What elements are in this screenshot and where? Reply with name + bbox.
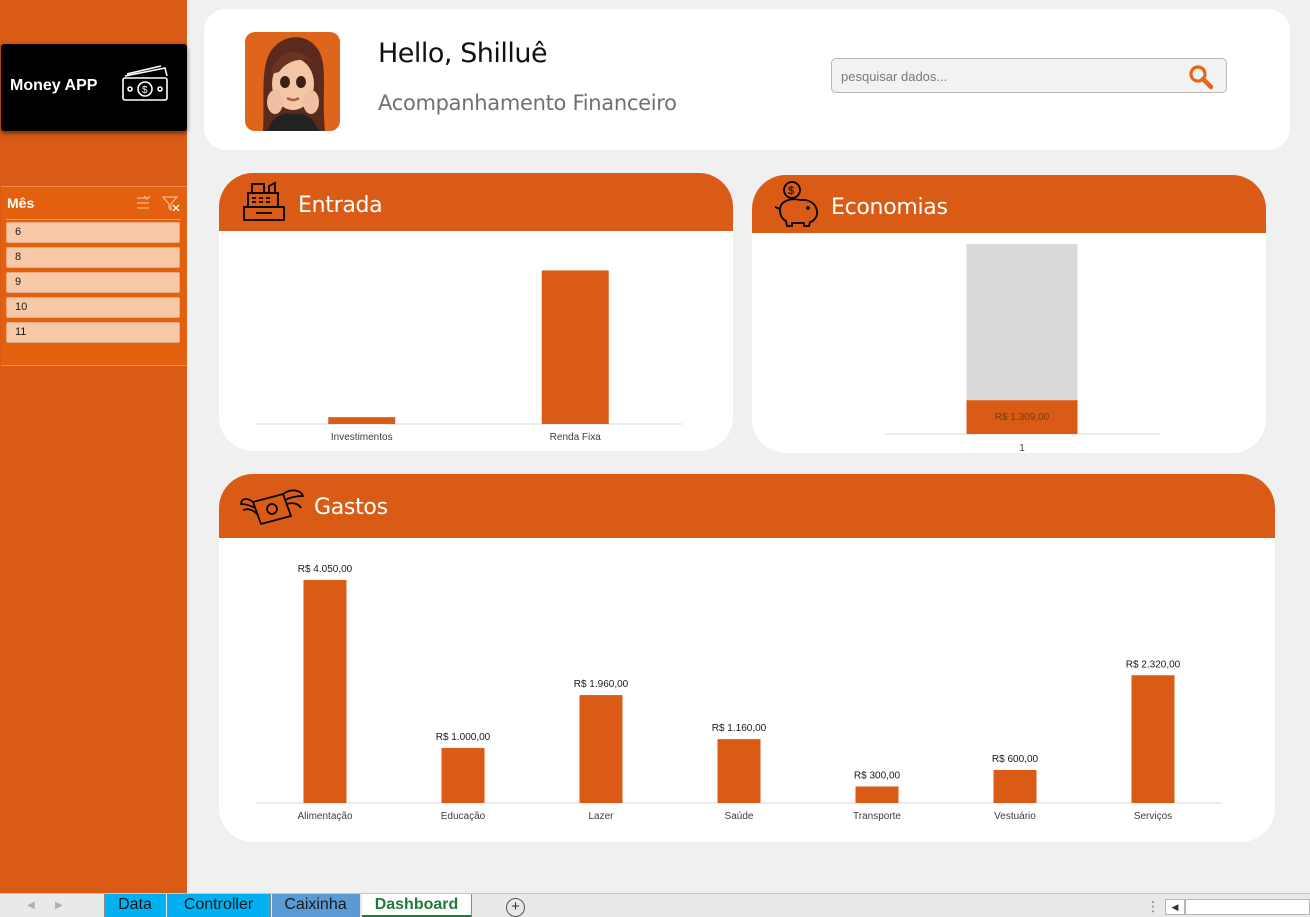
- x-tick-label: Educação: [441, 811, 486, 822]
- clear-filter-icon[interactable]: [161, 196, 180, 211]
- sheet-tab-data[interactable]: Data: [104, 894, 166, 917]
- scroll-left-button[interactable]: ◀: [1165, 899, 1185, 915]
- more-options-icon[interactable]: ⋮: [1146, 898, 1160, 915]
- x-tick-label: Transporte: [853, 811, 901, 822]
- bar-saude: [717, 739, 761, 803]
- greeting-title: Hello, Shilluê: [378, 38, 548, 69]
- x-tick-label: Lazer: [588, 811, 614, 822]
- slicer-divider: [6, 219, 181, 220]
- sidebar: Money APP $ Mês 6 8 9 10 11: [0, 0, 187, 893]
- search-input[interactable]: [841, 66, 1171, 86]
- month-slicer: Mês 6 8 9 10 11: [1, 186, 187, 366]
- data-label: R$ 1.000,00: [436, 732, 491, 743]
- bar-remaining: [966, 244, 1078, 401]
- money-bill-icon: $: [122, 65, 168, 101]
- data-label: R$ 2.320,00: [1126, 659, 1181, 670]
- horizontal-scrollbar[interactable]: [1185, 899, 1310, 915]
- slicer-title: Mês: [7, 195, 35, 211]
- bar-alimentacao: [303, 580, 347, 803]
- data-label: R$ 1.960,00: [574, 679, 629, 690]
- bar-vestuario: [993, 769, 1037, 803]
- x-tick-label: Vestuário: [994, 811, 1036, 822]
- sheet-tab-controller[interactable]: Controller: [167, 894, 271, 917]
- x-tick-label: Renda Fixa: [550, 432, 602, 443]
- bar-transporte: [855, 786, 899, 803]
- next-sheet-icon[interactable]: ▶: [55, 900, 63, 911]
- gastos-chart: Alimentação R$ 4.050,00 Educação R$ 1.000,0…: [256, 564, 1222, 822]
- x-tick-label: Saúde: [725, 811, 754, 822]
- bar-renda-fixa: [541, 270, 609, 424]
- bar-educacao: [441, 747, 485, 803]
- slicer-item-9[interactable]: 9: [6, 272, 180, 293]
- gastos-card: Gastos Alimentação R$ 4.050,00 Educação R$ …: [219, 474, 1275, 842]
- data-label: R$ 1.160,00: [712, 723, 767, 734]
- add-sheet-button[interactable]: +: [506, 898, 525, 917]
- x-tick-label: 1: [1019, 443, 1025, 453]
- economias-chart: R$ 1.309,00 1: [884, 244, 1160, 453]
- brand-box: Money APP $: [1, 44, 187, 131]
- dashboard-subtitle: Acompanhamento Financeiro: [378, 91, 677, 115]
- x-tick-label: Investimentos: [331, 432, 393, 443]
- x-tick-label: Alimentação: [297, 811, 352, 822]
- data-label: R$ 300,00: [854, 770, 901, 781]
- bar-investimentos: [328, 417, 396, 424]
- bar-lazer: [579, 695, 623, 803]
- data-label: R$ 4.050,00: [298, 564, 353, 575]
- multi-select-icon[interactable]: [137, 195, 151, 209]
- entrada-chart: Investimentos Renda Fixa: [255, 270, 682, 443]
- slicer-item-11[interactable]: 11: [6, 322, 180, 343]
- search-icon[interactable]: [1187, 64, 1215, 90]
- brand-name: Money APP: [10, 77, 98, 94]
- svg-text:$: $: [142, 85, 148, 96]
- economias-card: $ Economias R$ 1.309,00 1: [752, 175, 1266, 453]
- data-label: R$ 600,00: [992, 754, 1039, 765]
- slicer-item-10[interactable]: 10: [6, 297, 180, 318]
- sheet-tab-dashboard[interactable]: Dashboard: [362, 894, 472, 917]
- avatar-illustration: [263, 37, 325, 131]
- bar-servicos: [1131, 675, 1175, 803]
- data-label: R$ 1.309,00: [995, 412, 1050, 423]
- prev-sheet-icon[interactable]: ◀: [27, 900, 35, 911]
- slicer-item-6[interactable]: 6: [6, 222, 180, 243]
- slicer-item-8[interactable]: 8: [6, 247, 180, 268]
- header-card: Hello, Shilluê Acompanhamento Financeiro: [204, 9, 1290, 150]
- avatar: [245, 32, 340, 131]
- entrada-card: Entrada Investimentos Renda Fixa: [219, 173, 733, 451]
- slicer-tools: [137, 195, 180, 211]
- x-tick-label: Serviços: [1134, 811, 1172, 822]
- sheet-tab-caixinha[interactable]: Caixinha: [272, 894, 360, 917]
- sheet-tab-bar: ◀ ▶ Data Controller Caixinha Dashboard +…: [0, 893, 1310, 917]
- search-box: [831, 58, 1227, 93]
